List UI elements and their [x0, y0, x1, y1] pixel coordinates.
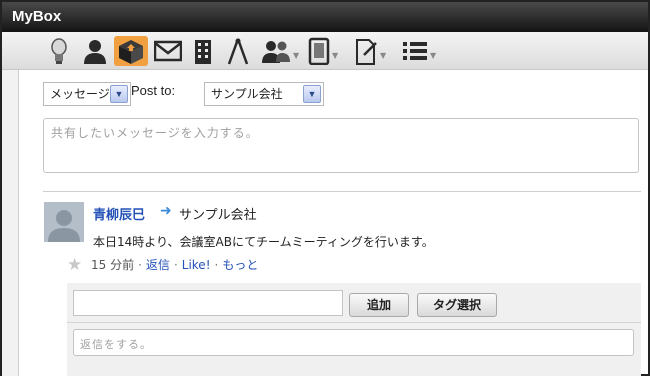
reply-link[interactable]: 返信 — [146, 258, 170, 272]
post-to-label: Post to: — [131, 83, 176, 98]
divider — [67, 322, 641, 323]
message-type-value: メッセージ — [50, 87, 110, 101]
list-icon[interactable]: ▼ — [402, 36, 436, 66]
left-gutter — [2, 70, 18, 376]
message-type-select[interactable]: メッセージ ▼ — [43, 82, 131, 106]
window-frame: MyBox ▼ ▼ ▼ ▼ メッセージ ▼ Post to: サンプル会社 ▼ … — [0, 0, 650, 376]
default-avatar-icon — [44, 202, 84, 242]
post-group: サンプル会社 — [179, 208, 257, 223]
chevron-down-icon: ▼ — [293, 50, 300, 60]
users-icon[interactable]: ▼ — [261, 36, 299, 66]
tablet-icon[interactable]: ▼ — [308, 36, 338, 66]
post-to-select[interactable]: サンプル会社 ▼ — [204, 82, 324, 106]
chevron-down-icon: ▼ — [430, 50, 437, 60]
lightbulb-icon[interactable] — [48, 36, 70, 66]
chevron-down-icon[interactable]: ▼ — [303, 85, 321, 103]
main-toolbar: ▼ ▼ ▼ ▼ — [2, 32, 648, 70]
separator: · — [173, 258, 178, 272]
person-icon[interactable] — [82, 36, 108, 66]
like-link[interactable]: Like! — [182, 258, 211, 272]
mail-icon[interactable] — [154, 36, 182, 66]
star-icon[interactable]: ★ — [67, 255, 82, 275]
post-to-value: サンプル会社 — [211, 87, 283, 101]
chevron-down-icon: ▼ — [380, 50, 387, 60]
post-meta: 15 分前 · 返信 · Like! · もっと — [91, 256, 258, 273]
avatar[interactable] — [44, 202, 84, 242]
box-icon[interactable] — [114, 36, 148, 66]
post-body: 本日14時より、会議室ABにてチームミーティングを行います。 — [93, 235, 434, 249]
compass-icon[interactable] — [226, 36, 250, 66]
separator: · — [138, 258, 142, 272]
separator: · — [214, 258, 219, 272]
tag-select-button[interactable]: タグ選択 — [417, 293, 497, 317]
chevron-down-icon: ▼ — [332, 50, 339, 60]
reply-panel: 追加 タグ選択 返信をする。 — [67, 283, 641, 376]
post-time: 15 分前 — [91, 258, 135, 272]
building-icon[interactable] — [192, 36, 214, 66]
tag-input[interactable] — [73, 290, 343, 316]
more-link[interactable]: もっと — [222, 258, 258, 272]
reply-input[interactable]: 返信をする。 — [73, 329, 634, 356]
arrow-right-icon: ➜ — [160, 203, 172, 219]
document-pin-icon[interactable]: ▼ — [354, 36, 386, 66]
message-input[interactable]: 共有したいメッセージを入力する。 — [43, 118, 639, 173]
post-author-link[interactable]: 青柳辰巳 — [93, 204, 145, 223]
add-button[interactable]: 追加 — [349, 293, 409, 317]
app-title: MyBox — [2, 2, 648, 32]
divider — [43, 191, 641, 192]
chevron-down-icon[interactable]: ▼ — [110, 85, 128, 103]
